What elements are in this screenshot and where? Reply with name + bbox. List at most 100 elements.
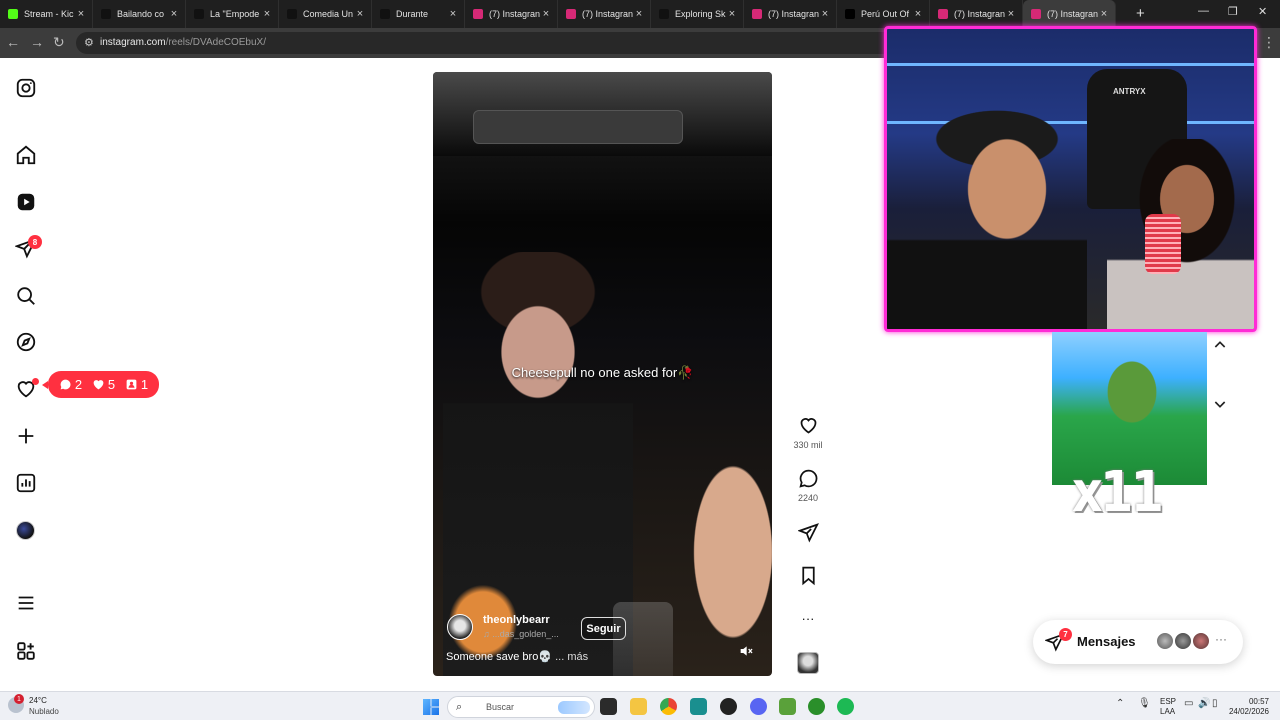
browser-tab[interactable]: (7) Instagran × <box>744 0 837 28</box>
instagram-logo-icon[interactable] <box>14 76 38 100</box>
comment-count: 2240 <box>797 493 819 503</box>
also-from-meta-icon[interactable] <box>14 639 38 663</box>
browser-tab[interactable]: La "Empode × <box>186 0 279 28</box>
browser-tab[interactable]: Bailando co × <box>93 0 186 28</box>
browser-tab[interactable]: (7) Instagran × <box>1023 0 1116 28</box>
tab-title: La "Empode <box>210 9 260 19</box>
more-link[interactable]: ... más <box>555 651 588 663</box>
tab-favicon-icon <box>194 9 204 19</box>
create-plus-icon[interactable] <box>14 424 38 448</box>
browser-tab[interactable]: (7) Instagran × <box>930 0 1023 28</box>
tab-close-icon[interactable]: × <box>1006 8 1016 20</box>
browser-tab[interactable]: Perú Out Of × <box>837 0 930 28</box>
tab-title: (7) Instagran <box>1047 9 1099 19</box>
browser-tab[interactable]: (7) Instagran × <box>558 0 651 28</box>
network-icon[interactable]: ▭ <box>1184 698 1193 709</box>
browser-tab[interactable]: Exploring Sk × <box>651 0 744 28</box>
forward-button[interactable]: → <box>30 34 44 50</box>
obs-icon[interactable] <box>720 698 737 715</box>
muted-speaker-icon[interactable] <box>738 643 754 659</box>
tab-close-icon[interactable]: × <box>262 8 272 20</box>
reels-icon[interactable] <box>14 190 38 214</box>
more-menu-icon[interactable] <box>14 591 38 615</box>
tab-title: (7) Instagran <box>582 9 634 19</box>
tab-close-icon[interactable]: × <box>634 8 644 20</box>
browser-menu-icon[interactable]: ⋮ <box>1262 34 1276 51</box>
dashboard-chart-icon[interactable] <box>14 471 38 495</box>
more-options-icon[interactable]: ··· <box>796 606 820 630</box>
browser-tab[interactable]: Comedia Un × <box>279 0 372 28</box>
comments-count: 2 <box>74 377 83 392</box>
xbox-icon[interactable] <box>808 698 825 715</box>
windows-start-icon[interactable] <box>423 699 439 715</box>
task-view-icon[interactable] <box>600 698 617 715</box>
weather-description[interactable]: Nublado <box>29 707 59 716</box>
tab-favicon-icon <box>938 9 948 19</box>
maximize-button[interactable]: ❐ <box>1228 5 1238 18</box>
tray-overflow-chevron-icon[interactable]: ⌃ <box>1116 698 1124 709</box>
tab-close-icon[interactable]: × <box>727 8 737 20</box>
microphone-icon[interactable]: 🎙 <box>1138 698 1151 709</box>
volume-icon[interactable]: 🔊 <box>1198 698 1210 709</box>
comment-bubble-icon <box>60 379 71 390</box>
follow-button[interactable]: Seguir <box>581 617 626 640</box>
minecraft-icon[interactable] <box>779 698 796 715</box>
weather-badge: 1 <box>14 694 24 704</box>
tab-favicon-icon <box>380 9 390 19</box>
messages-more-icon[interactable]: ··· <box>1215 632 1227 646</box>
tab-close-icon[interactable]: × <box>541 8 551 20</box>
messages-pill[interactable]: 7 Mensajes ··· <box>1033 620 1243 664</box>
weather-temperature[interactable]: 24°C <box>29 696 47 705</box>
profile-avatar[interactable] <box>16 521 35 540</box>
taskbar-search[interactable]: ⌕ Buscar <box>447 696 595 718</box>
battery-icon[interactable]: ▯ <box>1212 698 1218 709</box>
browser-tab[interactable]: (7) Instagran × <box>465 0 558 28</box>
reload-button[interactable]: ↻ <box>53 34 65 51</box>
clock-time[interactable]: 00:57 <box>1233 697 1269 706</box>
tab-close-icon[interactable]: × <box>448 8 458 20</box>
tab-close-icon[interactable]: × <box>355 8 365 20</box>
explore-compass-icon[interactable] <box>14 330 38 354</box>
share-icon[interactable] <box>796 520 820 544</box>
save-bookmark-icon[interactable] <box>796 563 820 587</box>
home-icon[interactable] <box>14 143 38 167</box>
clock-date[interactable]: 24/02/2026 <box>1225 707 1269 716</box>
spotify-icon[interactable] <box>837 698 854 715</box>
tab-close-icon[interactable]: × <box>820 8 830 20</box>
tab-favicon-icon <box>101 9 111 19</box>
follows-count: 1 <box>140 377 149 392</box>
notification-summary-pill[interactable]: 2 5 1 <box>42 371 159 398</box>
roof-console <box>473 110 683 144</box>
tab-close-icon[interactable]: × <box>76 8 86 20</box>
tab-close-icon[interactable]: × <box>1099 8 1109 20</box>
discord-icon[interactable] <box>750 698 767 715</box>
previous-reel-chevron-up-icon[interactable] <box>1208 333 1232 357</box>
input-language[interactable]: ESP <box>1160 697 1176 706</box>
like-heart-icon[interactable] <box>796 413 820 437</box>
input-layout[interactable]: LAA <box>1160 707 1175 716</box>
search-icon[interactable] <box>14 284 38 308</box>
app-icon[interactable] <box>690 698 707 715</box>
next-reel-chevron-down-icon[interactable] <box>1208 392 1232 416</box>
tab-close-icon[interactable]: × <box>913 8 923 20</box>
video-person-right <box>673 362 772 676</box>
file-explorer-icon[interactable] <box>630 698 647 715</box>
tab-favicon-icon <box>287 9 297 19</box>
browser-tab[interactable]: Durante × <box>372 0 465 28</box>
back-button[interactable]: ← <box>6 34 20 50</box>
minimize-button[interactable]: — <box>1198 5 1209 17</box>
audio-attribution[interactable]: ♫ ...das_golden_... <box>483 629 559 639</box>
browser-tab[interactable]: Stream - Kic × <box>0 0 93 28</box>
author-username[interactable]: theonlybearr <box>483 614 550 626</box>
author-avatar[interactable] <box>447 614 473 640</box>
chrome-icon[interactable] <box>660 698 677 715</box>
search-highlight-image <box>558 701 590 714</box>
streamer-webcam-overlay: ANTRYX <box>884 26 1257 332</box>
comment-icon[interactable] <box>796 466 820 490</box>
new-tab-button[interactable]: + <box>1136 5 1145 22</box>
close-window-button[interactable]: ✕ <box>1258 5 1267 18</box>
tab-close-icon[interactable]: × <box>169 8 179 20</box>
webcam-person-man <box>887 99 1087 329</box>
site-info-icon[interactable]: ⚙ <box>84 36 94 49</box>
audio-thumbnail[interactable] <box>797 652 819 674</box>
